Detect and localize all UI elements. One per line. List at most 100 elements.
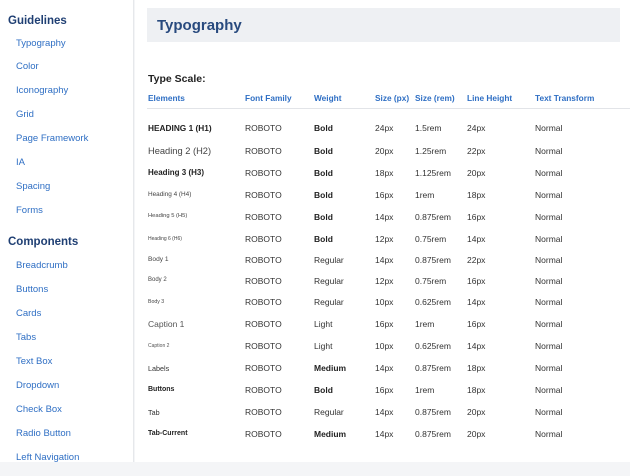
cell-transform: Normal — [535, 146, 563, 156]
cell-family: ROBOTO — [245, 212, 282, 222]
sidebar-item-grid[interactable]: Grid — [16, 109, 34, 120]
cell-family: ROBOTO — [245, 297, 282, 307]
cell-transform: Normal — [535, 319, 563, 329]
table-row: Buttons ROBOTO Bold 16px 1rem 18px Normal — [135, 385, 630, 407]
cell-weight: Medium — [314, 429, 347, 439]
cell-line: 14px — [467, 341, 486, 351]
section-title: Type Scale: — [148, 73, 206, 85]
cell-rem: 1rem — [415, 190, 435, 200]
cell-rem: 0.625rem — [415, 297, 451, 307]
cell-element: Body 3 — [148, 298, 165, 305]
sidebar-item-left-navigation[interactable]: Left Navigation — [16, 452, 79, 462]
cell-line: 20px — [467, 168, 486, 178]
cell-weight: Medium — [314, 363, 347, 373]
guidelines-heading: Guidelines — [8, 15, 67, 27]
cell-family: ROBOTO — [245, 276, 282, 286]
cell-line: 22px — [467, 146, 486, 156]
sidebar-item-breadcrumb[interactable]: Breadcrumb — [16, 260, 68, 271]
cell-element: Body 1 — [148, 255, 169, 263]
cell-rem: 1rem — [415, 385, 435, 395]
cell-px: 16px — [375, 319, 394, 329]
cell-line: 24px — [467, 123, 486, 133]
cell-transform: Normal — [535, 429, 563, 439]
header-divider — [147, 108, 630, 109]
cell-line: 16px — [467, 276, 486, 286]
cell-family: ROBOTO — [245, 385, 282, 395]
cell-element: Caption 2 — [148, 342, 170, 349]
cell-rem: 0.875rem — [415, 429, 451, 439]
cell-rem: 0.75rem — [415, 234, 447, 244]
sidebar-item-spacing[interactable]: Spacing — [16, 181, 50, 192]
table-row: Body 3 ROBOTO Regular 10px 0.625rem 14px Norma… — [135, 297, 630, 319]
column-header-size-rem: Size (rem) — [415, 93, 455, 103]
cell-family: ROBOTO — [245, 319, 282, 329]
cell-px: 12px — [375, 276, 394, 286]
column-header-text-transform: Text Transform — [535, 93, 595, 103]
cell-px: 14px — [375, 429, 394, 439]
table-row: Caption 2 ROBOTO Light 10px 0.625rem 14px Norm… — [135, 341, 630, 363]
cell-element: Buttons — [148, 385, 175, 393]
page-title: Typography — [157, 17, 242, 34]
table-row: Heading 6 (H6) ROBOTO Bold 12px 0.75rem 14px N… — [135, 234, 630, 256]
sidebar-item-color[interactable]: Color — [16, 61, 39, 72]
cell-element: Heading 5 (H5) — [148, 213, 188, 220]
sidebar-item-tabs[interactable]: Tabs — [16, 332, 36, 343]
sidebar-item-typography[interactable]: Typography — [16, 38, 66, 49]
cell-px: 14px — [375, 212, 394, 222]
sidebar-item-check-box[interactable]: Check Box — [16, 404, 62, 415]
main-content: Typography Type Scale: Elements Font Fam… — [135, 0, 630, 462]
column-header-weight: Weight — [314, 93, 342, 103]
cell-element: Labels — [148, 363, 170, 373]
table-row: Tab-Current ROBOTO Medium 14px 0.875rem 20px N… — [135, 429, 630, 451]
table-row: Body 2 ROBOTO Regular 12px 0.75rem 16px Normal — [135, 276, 630, 298]
column-header-size-px: Size (px) — [375, 93, 410, 103]
sidebar-item-radio-button[interactable]: Radio Button — [16, 428, 71, 439]
cell-rem: 0.625rem — [415, 341, 451, 351]
sidebar-item-forms[interactable]: Forms — [16, 205, 43, 216]
cell-px: 24px — [375, 123, 394, 133]
sidebar-item-dropdown[interactable]: Dropdown — [16, 380, 59, 391]
cell-weight: Bold — [314, 146, 333, 156]
sidebar-item-text-box[interactable]: Text Box — [16, 356, 52, 367]
table-row: Heading 4 (H4) ROBOTO Bold 16px 1rem 18px Norm… — [135, 190, 630, 212]
sidebar-item-cards[interactable]: Cards — [16, 308, 41, 319]
cell-transform: Normal — [535, 297, 563, 307]
title-bar: Typography — [147, 8, 620, 42]
cell-rem: 0.75rem — [415, 276, 447, 286]
cell-line: 22px — [467, 255, 486, 265]
cell-transform: Normal — [535, 234, 563, 244]
cell-weight: Bold — [314, 234, 333, 244]
cell-weight: Bold — [314, 212, 333, 222]
cell-element: Heading 2 (H2) — [148, 145, 212, 156]
column-header-elements: Elements — [148, 93, 185, 103]
table-row: Labels ROBOTO Medium 14px 0.875rem 18px Normal — [135, 363, 630, 385]
column-header-font-family: Font Family — [245, 93, 292, 103]
cell-element: Tab-Current — [148, 429, 188, 437]
table-row: Heading 5 (H5) ROBOTO Bold 14px 0.875rem 16px… — [135, 212, 630, 234]
cell-rem: 0.875rem — [415, 407, 451, 417]
sidebar-item-buttons[interactable]: Buttons — [16, 284, 48, 295]
cell-line: 18px — [467, 385, 486, 395]
cell-px: 12px — [375, 234, 394, 244]
sidebar-item-page-framework[interactable]: Page Framework — [16, 133, 88, 144]
cell-transform: Normal — [535, 385, 563, 395]
cell-px: 14px — [375, 255, 394, 265]
cell-px: 20px — [375, 146, 394, 156]
cell-transform: Normal — [535, 407, 563, 417]
cell-element: HEADING 1 (H1) — [148, 123, 212, 134]
cell-transform: Normal — [535, 341, 563, 351]
cell-element: Caption 1 — [148, 319, 185, 329]
sidebar-item-iconography[interactable]: Iconography — [16, 85, 68, 96]
cell-element: Body 2 — [148, 277, 167, 284]
cell-line: 14px — [467, 234, 486, 244]
cell-family: ROBOTO — [245, 168, 282, 178]
cell-weight: Light — [314, 341, 333, 351]
cell-rem: 0.875rem — [415, 363, 451, 373]
table-row: Tab ROBOTO Regular 14px 0.875rem 20px Normal — [135, 407, 630, 429]
cell-family: ROBOTO — [245, 146, 282, 156]
cell-weight: Regular — [314, 255, 344, 265]
cell-transform: Normal — [535, 255, 563, 265]
sidebar-item-ia[interactable]: IA — [16, 157, 25, 168]
cell-line: 16px — [467, 319, 486, 329]
cell-family: ROBOTO — [245, 190, 282, 200]
